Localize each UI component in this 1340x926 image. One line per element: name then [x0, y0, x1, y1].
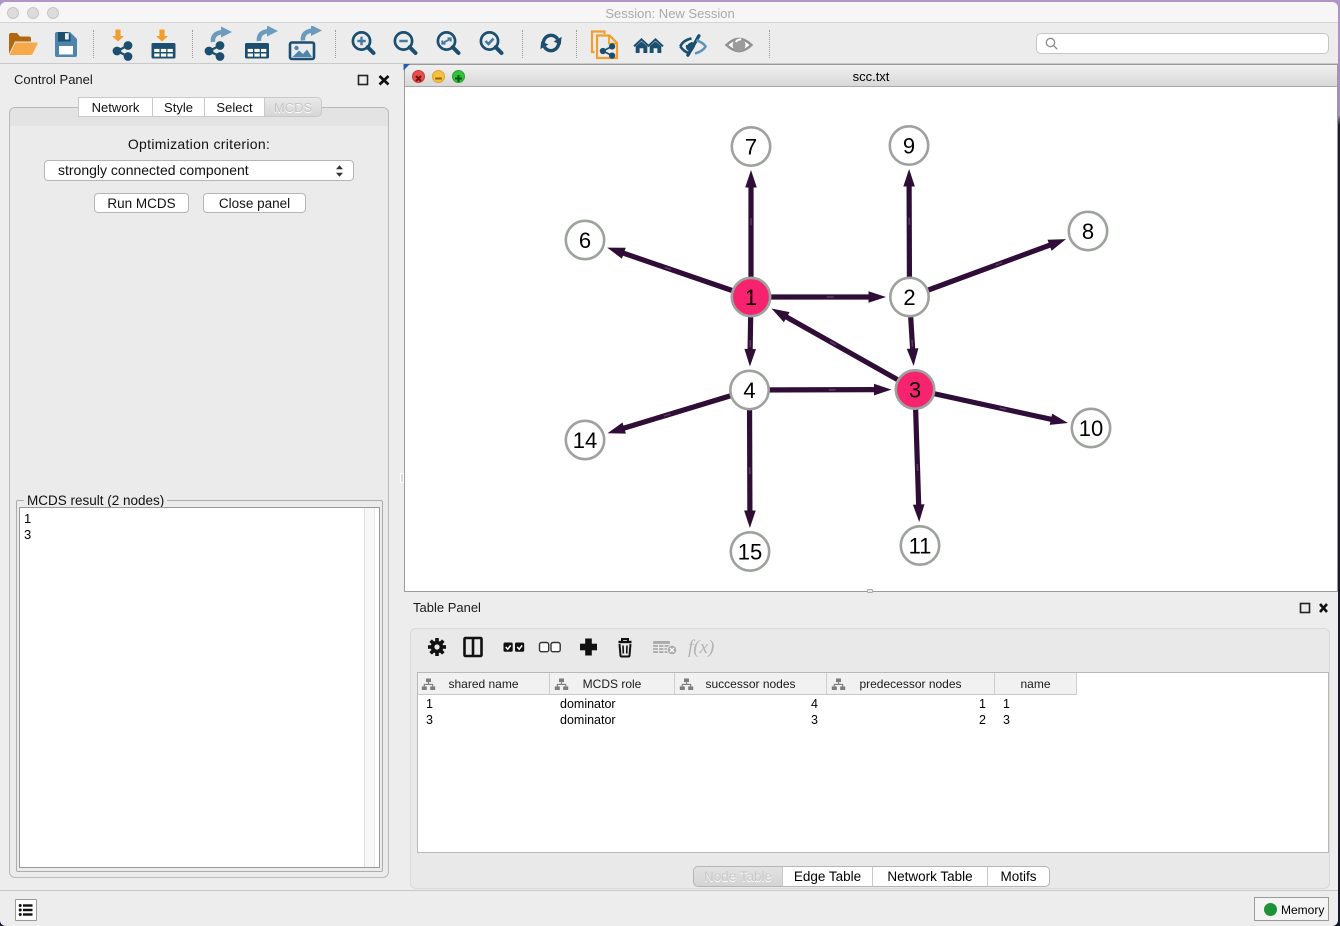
svg-text:15: 15: [738, 539, 762, 564]
svg-text:6: 6: [579, 228, 591, 253]
svg-text:1: 1: [745, 285, 757, 310]
svg-text:11: 11: [909, 533, 932, 558]
svg-text:4: 4: [743, 378, 755, 403]
svg-text:9: 9: [903, 133, 915, 158]
svg-text:2: 2: [903, 285, 915, 310]
svg-text:10: 10: [1079, 416, 1103, 441]
svg-text:7: 7: [745, 134, 757, 159]
svg-text:3: 3: [909, 377, 921, 402]
svg-text:8: 8: [1082, 219, 1094, 244]
svg-text:14: 14: [573, 428, 597, 453]
svg-text:f(x): f(x): [688, 637, 714, 658]
